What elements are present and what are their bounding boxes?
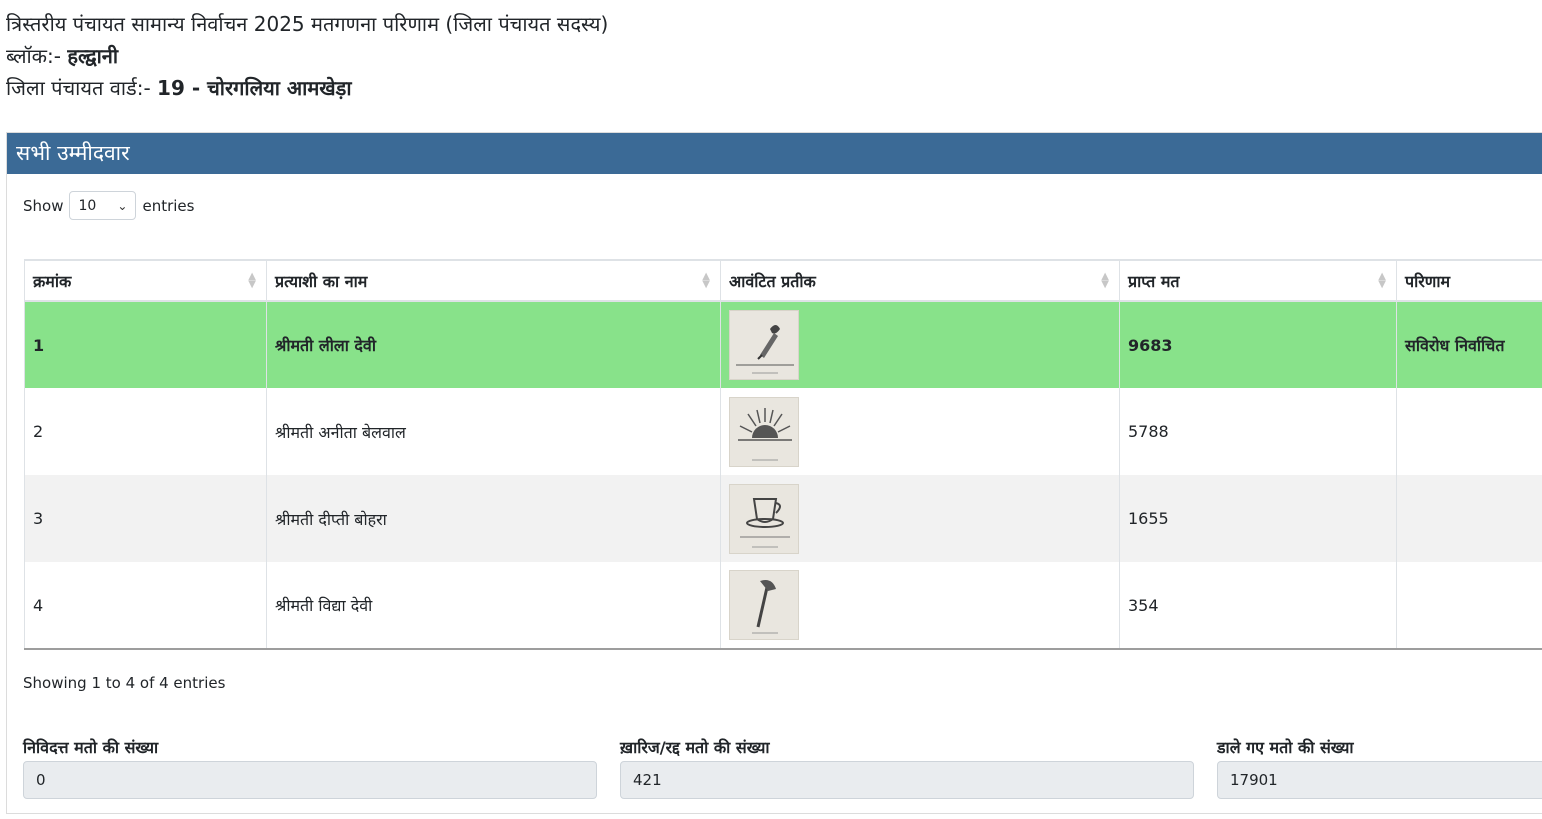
cell-name: श्रीमती अनीता बेलवाल xyxy=(266,388,721,475)
cell-symbol xyxy=(720,301,1120,388)
entries-label: entries xyxy=(142,196,195,215)
disputed-votes-label: निविदत्त मतो की संख्या xyxy=(23,738,159,757)
cell-serial: 3 xyxy=(24,475,267,562)
column-header-serial[interactable]: क्रमांक ▲ ▼ xyxy=(24,259,267,302)
cell-serial: 4 xyxy=(24,562,267,650)
disputed-votes-group: निविदत्त मतो की संख्या 0 xyxy=(23,735,597,799)
cell-name: श्रीमती दीप्ती बोहरा xyxy=(266,475,721,562)
table-row: 1 श्रीमती लीला देवी 9683 सविरोध निर्वाचि… xyxy=(24,301,1542,388)
cup-saucer-icon xyxy=(729,483,799,554)
entries-select-value: 10 xyxy=(78,197,97,214)
column-header-result[interactable]: परिणाम xyxy=(1396,259,1542,302)
cell-result xyxy=(1396,388,1542,475)
cast-votes-label: डाले गए मतो की संख्या xyxy=(1217,738,1354,757)
page-header: त्रिस्तरीय पंचायत सामान्य निर्वाचन 2025 … xyxy=(6,8,608,104)
cast-votes-field[interactable]: 17901 xyxy=(1217,761,1542,799)
cell-result xyxy=(1396,562,1542,650)
column-header-votes[interactable]: प्राप्त मत ▲ ▼ xyxy=(1119,259,1397,302)
cell-name: श्रीमती विद्या देवी xyxy=(266,562,721,650)
rejected-votes-group: ख़ारिज/रद्द मतो की संख्या 421 xyxy=(620,735,1194,799)
table-header-row: क्रमांक ▲ ▼ प्रत्याशी का नाम ▲ ▼ आवंटित प्रत… xyxy=(24,259,1542,302)
pen-nib-icon xyxy=(729,310,799,380)
entries-control: Show 10 ⌄ entries xyxy=(23,191,194,220)
cell-symbol xyxy=(720,562,1120,650)
cell-symbol xyxy=(720,475,1120,562)
cell-name: श्रीमती लीला देवी xyxy=(266,301,721,388)
cell-votes: 354 xyxy=(1119,562,1397,650)
table-info: Showing 1 to 4 of 4 entries xyxy=(23,674,226,692)
block-label: ब्लॉक:- xyxy=(6,44,61,68)
cell-serial: 1 xyxy=(24,301,267,388)
show-label: Show xyxy=(23,196,64,215)
rejected-votes-label: ख़ारिज/रद्द मतो की संख्या xyxy=(620,738,770,757)
panel-title: सभी उम्मीदवार xyxy=(7,133,1542,174)
cell-result: सविरोध निर्वाचित xyxy=(1396,301,1542,388)
ward-value: 19 - चोरगलिया आमखेड़ा xyxy=(157,76,352,100)
cell-result xyxy=(1396,475,1542,562)
cell-serial: 2 xyxy=(24,388,267,475)
chevron-down-icon: ⌄ xyxy=(117,198,128,213)
sort-icon: ▲ ▼ xyxy=(1378,271,1386,290)
table-row: 4 श्रीमती विद्या देवी 354 xyxy=(24,562,1542,650)
column-header-symbol[interactable]: आवंटित प्रतीक ▲ ▼ xyxy=(720,259,1120,302)
sort-icon: ▲ ▼ xyxy=(1101,271,1109,290)
page-title: त्रिस्तरीय पंचायत सामान्य निर्वाचन 2025 … xyxy=(6,12,609,36)
ward-label: जिला पंचायत वार्ड:- xyxy=(6,76,151,100)
disputed-votes-field[interactable]: 0 xyxy=(23,761,597,799)
column-header-name[interactable]: प्रत्याशी का नाम ▲ ▼ xyxy=(266,259,721,302)
entries-select[interactable]: 10 ⌄ xyxy=(69,191,137,220)
results-table: क्रमांक ▲ ▼ प्रत्याशी का नाम ▲ ▼ आवंटित प्रत… xyxy=(24,259,1542,650)
cell-symbol xyxy=(720,388,1120,475)
cast-votes-group: डाले गए मतो की संख्या 17901 xyxy=(1217,735,1542,799)
cell-votes: 5788 xyxy=(1119,388,1397,475)
axe-icon xyxy=(729,570,799,640)
table-row: 3 श्रीमती दीप्ती बोहरा 1655 xyxy=(24,475,1542,562)
rejected-votes-field[interactable]: 421 xyxy=(620,761,1194,799)
sort-icon: ▲ ▼ xyxy=(702,271,710,290)
block-value: हल्द्वानी xyxy=(67,44,119,68)
block-line: ब्लॉक:- हल्द्वानी xyxy=(6,40,608,72)
candidates-panel: सभी उम्मीदवार Show 10 ⌄ entries क्रमांक ▲… xyxy=(6,132,1542,814)
table-row: 2 श्रीमती अनीता बेलवाल 5788 xyxy=(24,388,1542,475)
rising-sun-icon xyxy=(729,396,799,467)
cell-votes: 1655 xyxy=(1119,475,1397,562)
ward-line: जिला पंचायत वार्ड:- 19 - चोरगलिया आमखेड़… xyxy=(6,72,608,104)
sort-icon: ▲ ▼ xyxy=(248,271,256,290)
cell-votes: 9683 xyxy=(1119,301,1397,388)
